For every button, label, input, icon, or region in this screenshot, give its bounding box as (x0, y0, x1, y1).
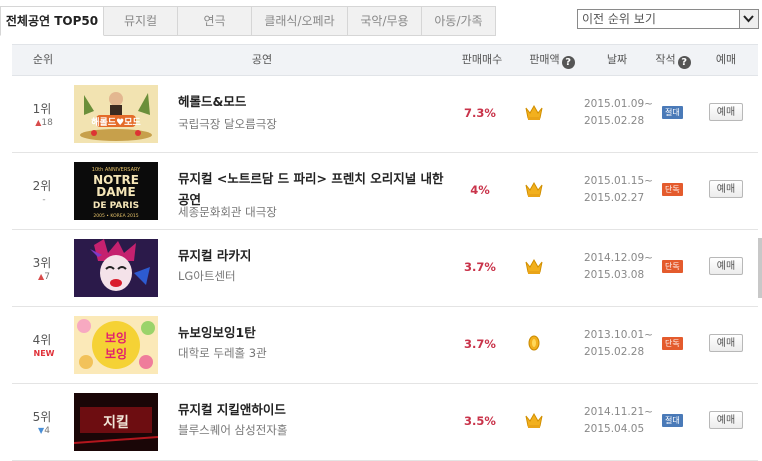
sales-rate: 3.7% (464, 337, 496, 351)
performance-dates: 2014.12.09~ 2015.03.08 (584, 250, 654, 284)
status-badge: 단독 (662, 183, 683, 196)
coin-icon (527, 334, 541, 356)
crown-icon (524, 411, 544, 433)
rank-change-value: NEW (33, 349, 55, 358)
performance-venue: 국립극장 달오름극장 (178, 117, 277, 131)
book-button[interactable]: 예매 (709, 334, 743, 352)
performance-dates: 2015.01.09~ 2015.02.28 (584, 96, 654, 130)
date-start: 2015.01.15~ (584, 175, 653, 187)
table-header: 순위 공연 판매매수 판매액? 날짜 작석? 예매 (12, 44, 758, 76)
performance-venue: 블루스퀘어 삼성전자홀 (178, 423, 288, 437)
help-icon[interactable]: ? (677, 56, 691, 69)
rank-change: ▲18 (30, 118, 58, 128)
date-start: 2013.10.01~ (584, 329, 653, 341)
rank-label: 2위 (32, 179, 52, 193)
status-badge: 절대 (662, 414, 683, 427)
header-performance: 공연 (251, 53, 273, 66)
sales-rate: 4% (470, 183, 490, 197)
book-button[interactable]: 예매 (709, 257, 743, 275)
svg-text:해롤드♥모드: 해롤드♥모드 (91, 116, 141, 128)
rank-change-value: 4 (44, 426, 50, 436)
performance-title[interactable]: 헤롤드&모드 (178, 91, 448, 112)
header-sales-amount: 판매액? (524, 45, 580, 75)
crown-icon (524, 257, 544, 279)
rank-change-value: - (42, 195, 46, 205)
header-sales-amount-label: 판매액 (529, 53, 560, 66)
date-end: 2015.02.28 (584, 115, 645, 127)
performance-title[interactable]: 뮤지컬 지킬앤하이드 (178, 399, 448, 420)
tab-play[interactable]: 연극 (178, 6, 252, 36)
poster-image[interactable]: 지킬 (74, 393, 158, 451)
chevron-down-icon[interactable] (739, 10, 758, 28)
poster-caption: 2005 • KOREA 2015 (93, 213, 138, 219)
tab-all-top50[interactable]: 전체공연 TOP50 (0, 6, 104, 36)
crown-icon (524, 103, 544, 125)
sales-rate: 3.5% (464, 414, 496, 428)
header-authorship-label: 작석 (655, 53, 676, 66)
tab-kids-family[interactable]: 아동/가족 (422, 6, 496, 36)
tab-musical[interactable]: 뮤지컬 (104, 6, 178, 36)
rank-label: 1위 (32, 102, 52, 116)
status-badge: 단독 (662, 260, 683, 273)
table-row: 4위 NEW 보잉 보잉 뉴보잉보잉1탄 대학로 두레홀 3관 3.7% 201… (12, 307, 758, 384)
date-end: 2015.02.28 (584, 346, 645, 358)
poster-image[interactable] (74, 239, 158, 297)
status-badge: 절대 (662, 106, 683, 119)
header-rank: 순위 (32, 53, 54, 66)
table-row: 1위 ▲18 해롤드♥모드 헤롤드&모드 국립극장 달오름극장 7.3% 201… (12, 76, 758, 153)
date-end: 2015.04.05 (584, 423, 645, 435)
previous-rank-select[interactable]: 이전 순위 보기 (577, 9, 759, 29)
header-booking: 예매 (715, 53, 737, 66)
performance-title[interactable]: 뮤지컬 라카지 (178, 245, 448, 266)
performance-dates: 2013.10.01~ 2015.02.28 (584, 327, 654, 361)
header-sales-count: 판매매수 (461, 53, 503, 66)
performance-venue: 세종문화회관 대극장 (178, 205, 277, 219)
sales-rate: 7.3% (464, 106, 496, 120)
crown-icon (524, 180, 544, 202)
book-button[interactable]: 예매 (709, 103, 743, 121)
rank-change: - (30, 195, 58, 205)
book-button[interactable]: 예매 (709, 411, 743, 429)
header-date: 날짜 (606, 53, 628, 66)
rank-change: ▲7 (30, 272, 58, 282)
svg-text:보잉: 보잉 (105, 330, 127, 345)
date-start: 2015.01.09~ (584, 98, 653, 110)
rank-change: NEW (30, 349, 58, 359)
rank-label: 4위 (32, 333, 52, 347)
performance-dates: 2014.11.21~ 2015.04.05 (584, 404, 654, 438)
table-row: 5위 ▼4 지킬 뮤지컬 지킬앤하이드 블루스퀘어 삼성전자홀 3.5% 201… (12, 384, 758, 461)
performance-venue: 대학로 두레홀 3관 (178, 346, 267, 360)
date-end: 2015.02.27 (584, 192, 645, 204)
date-start: 2014.12.09~ (584, 252, 653, 264)
scrollbar[interactable] (758, 238, 762, 298)
svg-text:보잉: 보잉 (105, 346, 127, 361)
status-badge: 단독 (662, 337, 683, 350)
poster-caption: DE PARIS (93, 201, 139, 211)
performance-venue: LG아트센터 (178, 269, 236, 283)
help-icon[interactable]: ? (561, 56, 575, 69)
table-row: 2위 - 10th ANNIVERSARY NOTRE DAME DE PARI… (12, 153, 758, 230)
tab-classic-opera[interactable]: 클래식/오페라 (252, 6, 348, 36)
poster-image[interactable]: 10th ANNIVERSARY NOTRE DAME DE PARIS 200… (74, 162, 158, 220)
date-start: 2014.11.21~ (584, 406, 653, 418)
book-button[interactable]: 예매 (709, 180, 743, 198)
date-end: 2015.03.08 (584, 269, 645, 281)
rank-change: ▼4 (30, 426, 58, 436)
poster-image[interactable]: 보잉 보잉 (74, 316, 158, 374)
svg-text:지킬: 지킬 (103, 415, 129, 431)
rank-label: 3위 (32, 256, 52, 270)
performance-title[interactable]: 뉴보잉보잉1탄 (178, 322, 448, 343)
tab-korean-dance[interactable]: 국악/무용 (348, 6, 422, 36)
poster-caption: DAME (96, 185, 135, 199)
header-authorship: 작석? (648, 45, 698, 75)
rank-change-value: 7 (44, 272, 50, 282)
poster-image[interactable]: 해롤드♥모드 (74, 85, 158, 143)
table-row: 3위 ▲7 뮤지컬 라카지 LG아트센터 3.7% 2014.12.09~ 201… (12, 230, 758, 307)
rank-label: 5위 (32, 410, 52, 424)
rank-change-value: 18 (41, 118, 53, 128)
select-value: 이전 순위 보기 (582, 12, 656, 26)
sales-rate: 3.7% (464, 260, 496, 274)
category-tabs: 전체공연 TOP50 뮤지컬 연극 클래식/오페라 국악/무용 아동/가족 (0, 6, 496, 36)
performance-dates: 2015.01.15~ 2015.02.27 (584, 173, 654, 207)
